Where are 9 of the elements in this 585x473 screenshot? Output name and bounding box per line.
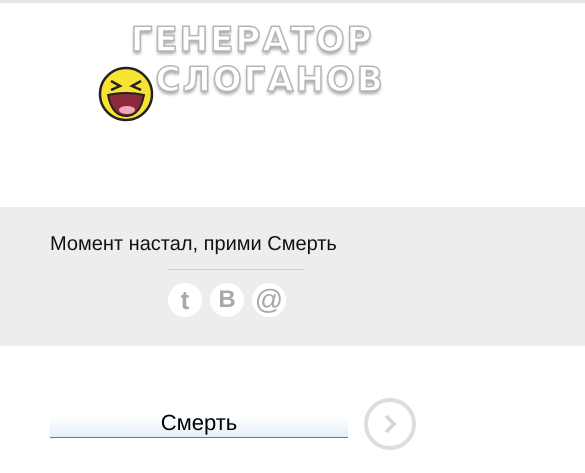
share-button[interactable]: B bbox=[210, 283, 244, 317]
logo-text: ГЕНЕРАТОР bbox=[130, 23, 374, 57]
share-button[interactable]: t bbox=[168, 283, 202, 317]
email-share-button[interactable]: @ bbox=[252, 283, 286, 317]
chevron-right-icon bbox=[383, 413, 397, 435]
slogan-text: Момент настал, прими Смерть bbox=[50, 232, 338, 257]
logo-text: СЛОГАНОВ bbox=[156, 63, 385, 97]
laughing-face-icon bbox=[98, 66, 154, 122]
next-button[interactable] bbox=[364, 398, 416, 450]
